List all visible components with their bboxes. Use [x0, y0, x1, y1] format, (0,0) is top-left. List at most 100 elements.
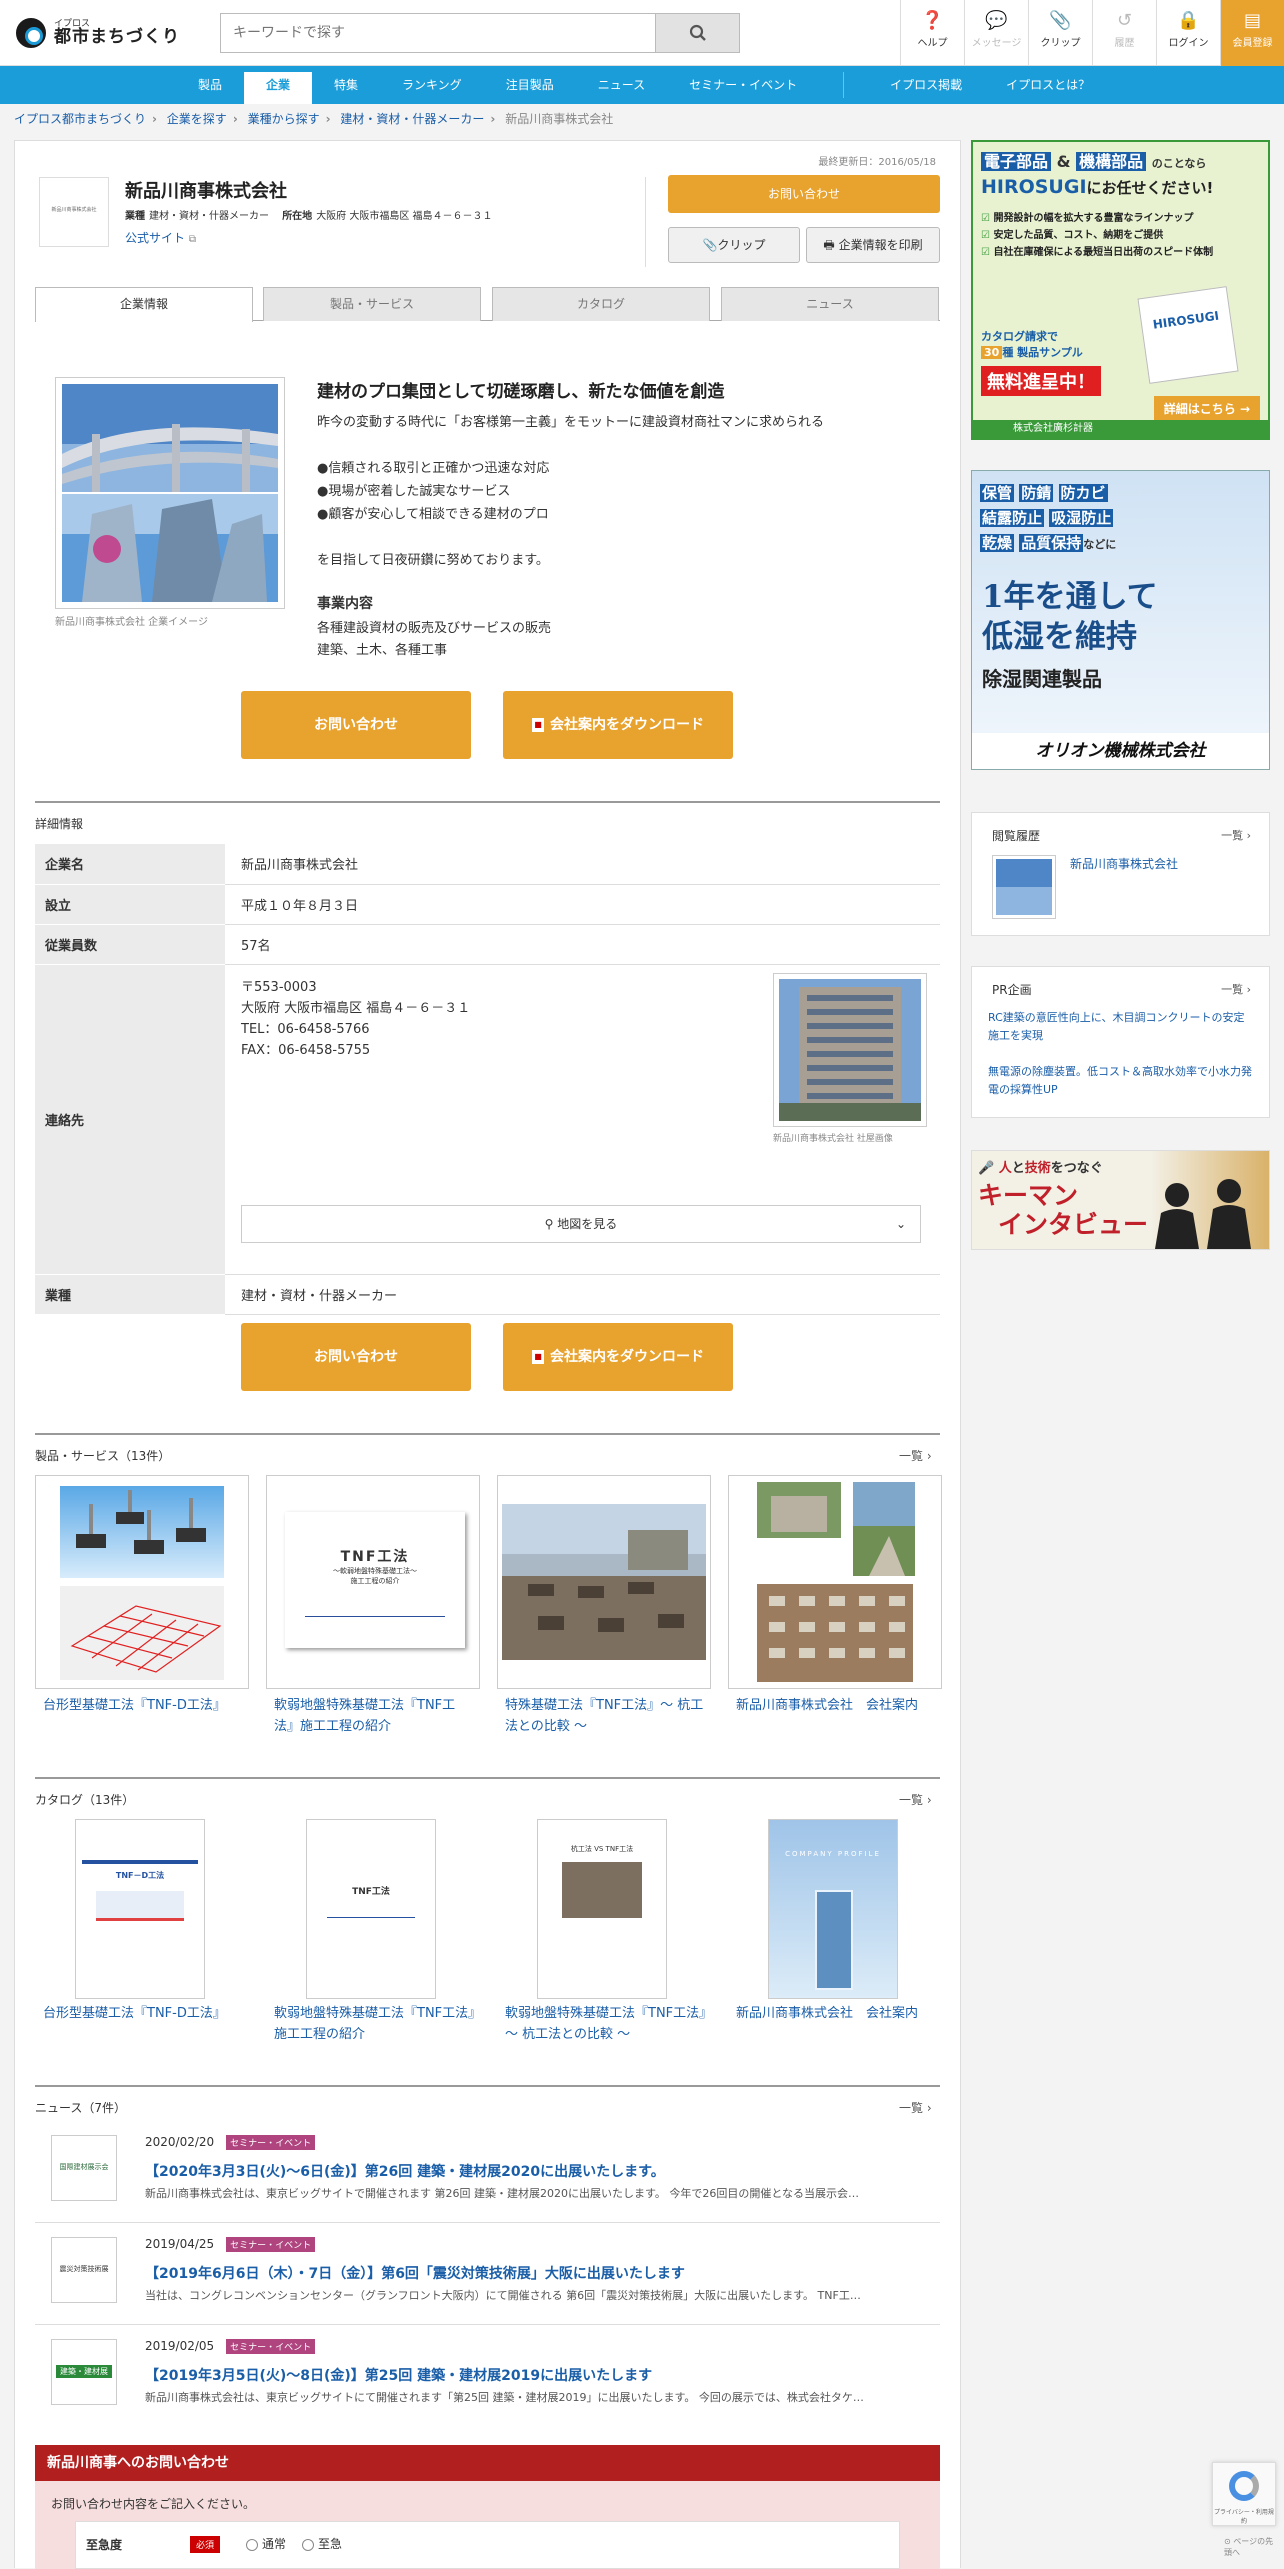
catalog-card-4[interactable]: COMPANY PROFILE: [768, 1819, 898, 1999]
building-image-graphic: [779, 978, 921, 1121]
product-image-3: [502, 1504, 706, 1660]
product-card-3[interactable]: [497, 1475, 711, 1689]
nav-listing[interactable]: イプロス掲載: [868, 66, 984, 104]
catalog-card-3[interactable]: 杭工法 VS TNF工法: [537, 1819, 667, 1999]
intro-line-4: ●顧客が安心して相談できる建材のプロ: [317, 507, 549, 522]
logo-mark-icon: [16, 18, 46, 48]
register-button[interactable]: ▤ 会員登録: [1220, 0, 1284, 66]
ad-keyman-interview[interactable]: 🎤 人と技術をつなぐ キーマン インタビュー: [971, 1150, 1270, 1250]
product-card-4[interactable]: [728, 1475, 942, 1689]
history-more-link[interactable]: 一覧 ›: [1221, 827, 1251, 843]
clip-company-button[interactable]: 📎クリップ: [668, 227, 800, 263]
urgency-urgent-radio[interactable]: 至急: [302, 2535, 342, 2552]
catalog-thumb-title-2: TNF工法: [352, 1887, 390, 1897]
catalog-card-1[interactable]: TNF－D工法: [75, 1819, 205, 1999]
products-more-link[interactable]: 一覧 ›: [899, 1447, 932, 1464]
required-badge: 必須: [190, 2536, 221, 2553]
postal-code: 〒553-0003: [241, 979, 317, 995]
product-link-4[interactable]: 新品川商事株式会社 会社案内: [736, 1695, 946, 1716]
map-toggle-button[interactable]: ⚲ 地図を見る ⌄: [241, 1204, 921, 1243]
news-item-2[interactable]: 震災対策技術展 2019/04/25 セミナー・イベント 【2019年6月6日（木…: [35, 2223, 940, 2325]
nav-ranking[interactable]: ランキング: [380, 66, 484, 104]
tab-catalogs[interactable]: カタログ: [492, 287, 710, 321]
urgency-normal-radio[interactable]: 通常: [246, 2535, 286, 2552]
inquiry-button[interactable]: お問い合わせ: [241, 691, 471, 759]
nav-products[interactable]: 製品: [176, 66, 244, 104]
print-button[interactable]: 🖶 企業情報を印刷: [806, 227, 940, 263]
tab-products[interactable]: 製品・サービス: [263, 287, 481, 321]
ad3-people-graphic: [1155, 1179, 1251, 1249]
message-label: メッセージ: [971, 38, 1022, 49]
official-site-link[interactable]: 公式サイト ⧉: [125, 229, 196, 246]
catalog-link-1[interactable]: 台形型基礎工法『TNF-D工法』: [43, 2003, 263, 2024]
news-title-1[interactable]: 【2020年3月3日(火)～6日(金)】第26回 建築・建材展2020に出展いた…: [145, 2161, 665, 2181]
breadcrumb-by-industry[interactable]: 業種から探す: [248, 112, 320, 126]
pr-link-2[interactable]: 無電源の除塵装置。低コスト＆高取水効率で小水力発電の採算性UP: [988, 1063, 1252, 1099]
clip-button[interactable]: 📎 クリップ: [1028, 0, 1092, 66]
news-item-1[interactable]: 国際建材展示会 2020/02/20 セミナー・イベント 【2020年3月3日(火…: [35, 2121, 940, 2223]
inquiry-button-top[interactable]: お問い合わせ: [668, 175, 940, 213]
news-title-2[interactable]: 【2019年6月6日（木）・7日（金）】第6回「震災対策技術展」大阪に出展いたし…: [145, 2263, 685, 2283]
product-link-1[interactable]: 台形型基礎工法『TNF-D工法』: [43, 1695, 243, 1716]
news-more-link[interactable]: 一覧 ›: [899, 2099, 932, 2116]
help-label: ヘルプ: [917, 38, 948, 49]
login-button[interactable]: 🔒 ログイン: [1156, 0, 1220, 66]
product-link-2[interactable]: 軟弱地盤特殊基礎工法『TNF工法』施工工程の紹介: [274, 1695, 474, 1737]
ad3-tagline: 🎤 人と技術をつなぐ: [978, 1161, 1103, 1176]
nav-features[interactable]: 特集: [312, 66, 380, 104]
download-brochure-button-2[interactable]: ■ 会社案内をダウンロード: [503, 1323, 733, 1391]
pr-link-1[interactable]: RC建築の意匠性向上に、木目調コンクリートの安定施工を実現: [988, 1009, 1252, 1045]
news-thumb-3: 建築・建材展: [51, 2339, 117, 2405]
news-item-3[interactable]: 建築・建材展 2019/02/05 セミナー・イベント 【2019年3月5日(火)…: [35, 2325, 940, 2427]
browse-history: 閲覧履歴 一覧 › 新品川商事株式会社: [971, 812, 1270, 936]
catalog-link-4[interactable]: 新品川商事株式会社 会社案内: [736, 2003, 946, 2024]
news-thumb-1: 国際建材展示会: [51, 2135, 117, 2201]
nav-news[interactable]: ニュース: [576, 66, 667, 104]
breadcrumb-find-company[interactable]: 企業を探す: [167, 112, 227, 126]
company-name: 新品川商事株式会社: [125, 181, 287, 202]
catalog-card-2[interactable]: TNF工法: [306, 1819, 436, 1999]
ad1-headline: 電子部品 & 機構部品 のことなら: [981, 148, 1206, 172]
nav-featured-products[interactable]: 注目製品: [484, 66, 576, 104]
history-thumb[interactable]: [992, 855, 1056, 919]
tab-company-info[interactable]: 企業情報: [35, 287, 253, 322]
tab-news[interactable]: ニュース: [721, 287, 939, 321]
detail-row-employees: 従業員数 57名: [35, 924, 940, 965]
history-item-link[interactable]: 新品川商事株式会社: [1070, 855, 1178, 872]
search-input[interactable]: [221, 14, 655, 52]
site-logo[interactable]: イプロス 都市まちづくり: [16, 18, 180, 48]
help-button[interactable]: ❓ ヘルプ: [900, 0, 964, 66]
message-button[interactable]: 💬 メッセージ: [964, 0, 1028, 66]
recaptcha-badge[interactable]: プライバシー・利用規約: [1212, 2462, 1276, 2526]
nav-about[interactable]: イプロスとは？: [984, 66, 1112, 104]
catalog-link-3[interactable]: 軟弱地盤特殊基礎工法『TNF工法』～ 杭工法との比較 ～: [505, 2003, 715, 2045]
product-image-4: [757, 1482, 915, 1682]
nav-seminars[interactable]: セミナー・イベント: [667, 66, 819, 104]
register-label: 会員登録: [1232, 38, 1273, 49]
product-card-1[interactable]: [35, 1475, 249, 1689]
catalogs-more-link[interactable]: 一覧 ›: [899, 1791, 932, 1808]
breadcrumb-industry[interactable]: 建材・資材・什器メーカー: [340, 112, 484, 126]
inquiry-button-2[interactable]: お問い合わせ: [241, 1323, 471, 1391]
detail-row-industry: 業種 建材・資材・什器メーカー: [35, 1274, 940, 1315]
map-pin-icon: ⚲: [544, 1216, 554, 1231]
download-brochure-button[interactable]: ■ 会社案内をダウンロード: [503, 691, 733, 759]
ad-orion[interactable]: 保管 防錆 防カビ 結露防止 吸湿防止 乾燥 品質保持 などに 1年を通して 低湿…: [971, 470, 1270, 770]
ad1-brand: HIROSUGIにお任せください!: [981, 176, 1214, 198]
catalog-link-2[interactable]: 軟弱地盤特殊基礎工法『TNF工法』施工工程の紹介: [274, 2003, 484, 2045]
search-icon: [689, 24, 706, 41]
pr-more-link[interactable]: 一覧 ›: [1221, 981, 1251, 997]
page-top-link[interactable]: ⊙ ページの先頭へ: [1224, 2536, 1280, 2558]
ad1-detail-button[interactable]: 詳細はこちら →: [1153, 396, 1260, 421]
breadcrumb-home[interactable]: イプロス都市まちづくり: [14, 112, 146, 126]
ad-hirosugi[interactable]: 電子部品 & 機構部品 のことなら HIROSUGIにお任せください! ☑ 開発…: [971, 140, 1270, 440]
detail-row-name: 企業名 新品川商事株式会社: [35, 844, 940, 885]
history-label: 履歴: [1114, 38, 1135, 49]
search-button[interactable]: [655, 14, 739, 52]
product-card-2[interactable]: TNF工法 ～軟弱地盤特殊基礎工法～ 施工工程の紹介: [266, 1475, 480, 1689]
history-button[interactable]: ↺ 履歴: [1092, 0, 1156, 66]
tel: TEL：06-6458-5766: [241, 1021, 370, 1037]
product-link-3[interactable]: 特殊基礎工法『TNF工法』～ 杭工法との比較 ～: [505, 1695, 715, 1737]
nav-companies[interactable]: 企業: [244, 72, 313, 104]
news-title-3[interactable]: 【2019年3月5日(火)～8日(金)】第25回 建築・建材展2019に出展いた…: [145, 2365, 652, 2385]
